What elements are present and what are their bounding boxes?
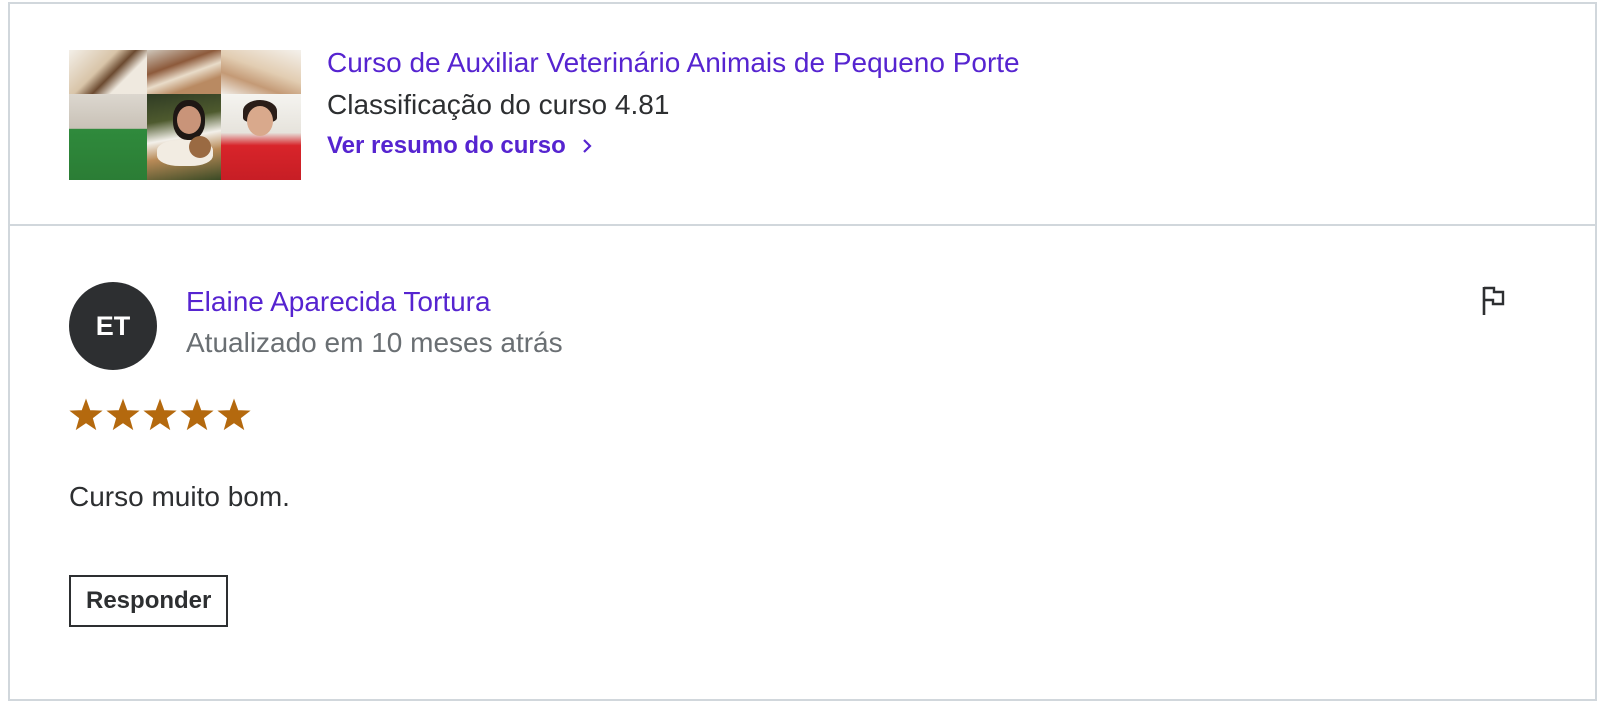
view-course-summary-link[interactable]: Ver resumo do curso: [327, 132, 594, 160]
star-icon: [180, 398, 214, 431]
review-date: Atualizado em 10 meses atrás: [186, 327, 563, 358]
thumbnail-tile: [147, 94, 221, 180]
avatar: ET: [69, 282, 157, 370]
thumbnail-tile: [69, 50, 147, 94]
thumbnail-tile: [69, 94, 147, 180]
star-icon: [143, 398, 177, 431]
review-card: Curso de Auxiliar Veterinário Animais de…: [8, 2, 1597, 701]
course-thumbnail[interactable]: [69, 50, 301, 180]
thumbnail-tile: [221, 94, 301, 180]
view-course-summary-label: Ver resumo do curso: [327, 132, 566, 159]
flag-icon[interactable]: [1478, 283, 1508, 317]
star-rating: [69, 398, 251, 432]
course-summary: Curso de Auxiliar Veterinário Animais de…: [10, 4, 1595, 226]
star-icon: [106, 398, 140, 431]
course-rating: Classificação do curso 4.81: [327, 89, 670, 120]
reply-button[interactable]: Responder: [69, 575, 229, 627]
thumbnail-tile: [221, 50, 301, 94]
reviewer-name-link[interactable]: Elaine Aparecida Tortura: [186, 286, 491, 318]
star-icon: [69, 398, 103, 431]
review-text: Curso muito bom.: [69, 481, 290, 512]
star-icon: [217, 398, 251, 431]
chevron-right-icon: [582, 139, 592, 153]
thumbnail-tile: [147, 50, 221, 94]
course-title-link[interactable]: Curso de Auxiliar Veterinário Animais de…: [327, 47, 1020, 79]
